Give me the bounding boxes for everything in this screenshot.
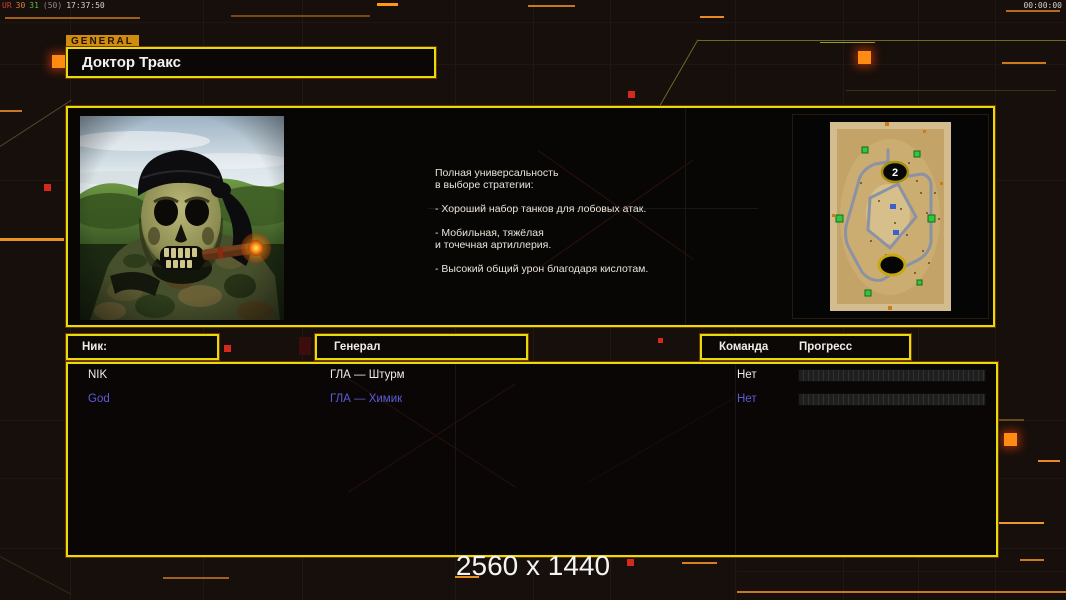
player-load-progress-bar (798, 393, 986, 406)
decor-red-square (44, 184, 51, 191)
decor-orange-line (528, 5, 575, 7)
decor-orange-line (1002, 62, 1046, 64)
general-portrait-image (70, 116, 300, 321)
debug-seg: UR (2, 1, 12, 10)
decor-orange-line (998, 522, 1044, 524)
resolution-watermark: 2560 x 1440 (455, 550, 611, 581)
decor-yellow-line (820, 42, 875, 43)
player-team: Нет (737, 393, 757, 405)
briefing-panel: Полная универсальность в выборе стратеги… (66, 106, 995, 327)
player-general: ГЛА — Штурм (330, 369, 405, 381)
players-panel: NIK ГЛА — Штурм Нет God ГЛА — Химик Нет (66, 362, 998, 557)
player-load-progress-bar (798, 369, 986, 382)
player-nick: NIK (88, 369, 108, 381)
decor-diagonal (659, 39, 699, 106)
player-row: NIK ГЛА — Штурм Нет (68, 366, 996, 388)
decor-diagonal (846, 90, 1056, 91)
general-portrait (70, 116, 300, 321)
start-marker-label: 2 (892, 167, 898, 179)
loading-screen: UR 30 31 (50) 17:37:50 00:00:00 GENERAL Докт… (0, 0, 1066, 600)
decor-orange-line (1006, 10, 1060, 12)
debug-seg: 30 (15, 1, 26, 10)
player-row: God ГЛА — Химик Нет (68, 390, 996, 412)
column-header-nick: Ник: (66, 334, 219, 360)
debug-seg: 31 (29, 1, 39, 10)
decor-orange-line (5, 17, 140, 19)
column-header-general-label: Генерал (334, 341, 381, 353)
player-nick: God (88, 393, 110, 405)
decor-diagonal (0, 99, 72, 147)
decor-glow-square (858, 51, 871, 64)
column-header-general: Генерал (315, 334, 528, 360)
decor-red-square (658, 338, 663, 343)
decor-red-square (224, 345, 231, 352)
start-position-marker-selected (877, 253, 907, 277)
decor-orange-line (737, 591, 1066, 593)
column-header-team-progress: Команда Прогресс (700, 334, 911, 360)
decor-orange-line (0, 110, 22, 112)
match-timer: 00:00:00 (1023, 1, 1062, 10)
decor-glow-square (1004, 433, 1017, 446)
decor-dark-red-rect (299, 337, 311, 355)
decor-orange-line (231, 15, 370, 17)
minimap-image: 2 (793, 115, 988, 318)
column-header-progress-label: Прогресс (799, 341, 853, 353)
decor-diagonal (697, 40, 1066, 41)
decor-orange-line (377, 3, 398, 6)
decor-red-square (628, 91, 635, 98)
decor-orange-line (1038, 460, 1060, 462)
network-debug-readout: UR 30 31 (50) 17:37:50 (2, 1, 109, 10)
player-team: Нет (737, 369, 757, 381)
general-name-title: Доктор Тракс (66, 47, 436, 78)
decor-orange-line (0, 238, 64, 241)
player-general: ГЛА — Химик (330, 393, 403, 405)
debug-seg: (50) (42, 1, 63, 10)
column-header-nick-label: Ник: (82, 341, 107, 353)
column-header-team-label: Команда (719, 341, 769, 353)
minimap-panel: 2 (792, 114, 989, 319)
decor-grid-line (0, 22, 1066, 23)
decor-glow-square (52, 55, 65, 68)
debug-clock: 17:37:50 (66, 1, 105, 10)
general-description: Полная универсальность в выборе стратеги… (435, 167, 649, 275)
decor-orange-line (700, 16, 724, 18)
